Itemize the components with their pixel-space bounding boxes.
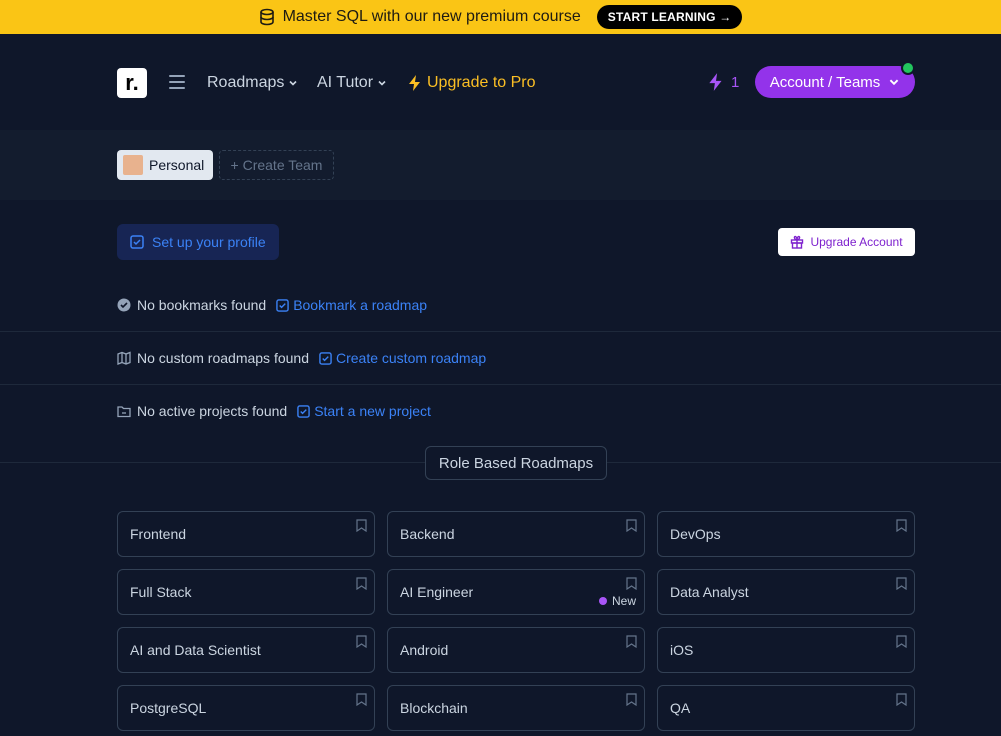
roadmap-card[interactable]: Data Analyst bbox=[657, 569, 915, 615]
streak-counter[interactable]: 1 bbox=[707, 72, 739, 92]
bookmark-icon[interactable] bbox=[896, 693, 907, 706]
create-custom-roadmap-link[interactable]: Create custom roadmap bbox=[319, 350, 486, 366]
roadmap-grid: Frontend Backend DevOps Full Stack AI Engine… bbox=[117, 511, 915, 731]
bookmark-icon[interactable] bbox=[626, 519, 637, 532]
banner-text: Master SQL with our new premium course bbox=[282, 8, 581, 25]
nav-roadmaps-label: Roadmaps bbox=[207, 74, 285, 91]
promo-banner[interactable]: Master SQL with our new premium course S… bbox=[0, 0, 1001, 34]
roadmap-card-label: Data Analyst bbox=[670, 584, 749, 600]
chevron-down-icon bbox=[890, 79, 899, 86]
checkbox-icon bbox=[276, 298, 289, 312]
roadmap-card-label: Frontend bbox=[130, 526, 187, 542]
hamburger-menu-icon[interactable] bbox=[169, 75, 185, 89]
roadmap-card-label: Backend bbox=[400, 526, 455, 542]
upgrade-account-button[interactable]: Upgrade Account bbox=[778, 228, 915, 256]
check-circle-icon bbox=[117, 298, 131, 312]
roadmap-card-label: QA bbox=[670, 700, 691, 716]
roadmap-card[interactable]: DevOps bbox=[657, 511, 915, 557]
bookmark-roadmap-label: Bookmark a roadmap bbox=[293, 297, 428, 313]
account-teams-button[interactable]: Account / Teams bbox=[755, 66, 915, 98]
streak-count: 1 bbox=[731, 73, 740, 91]
bookmark-icon[interactable] bbox=[896, 519, 907, 532]
site-logo[interactable]: r. bbox=[117, 68, 147, 98]
map-icon bbox=[117, 351, 131, 365]
start-learning-button[interactable]: START LEARNING → bbox=[596, 5, 743, 29]
account-teams-label: Account / Teams bbox=[769, 73, 881, 91]
lightning-icon bbox=[709, 73, 722, 91]
start-new-project-label: Start a new project bbox=[314, 403, 431, 419]
bookmark-icon[interactable] bbox=[626, 577, 637, 590]
nav-ai-tutor-label: AI Tutor bbox=[317, 74, 374, 91]
bookmarks-empty-text: No bookmarks found bbox=[137, 297, 267, 313]
roadmap-card[interactable]: Blockchain bbox=[387, 685, 645, 731]
bookmark-icon[interactable] bbox=[356, 519, 367, 532]
divider bbox=[0, 331, 1001, 332]
team-personal-label: Personal bbox=[149, 157, 205, 173]
chevron-down-icon bbox=[378, 80, 386, 86]
roadmap-card[interactable]: AI Engineer New bbox=[387, 569, 645, 615]
role-based-roadmaps-heading: Role Based Roadmaps bbox=[425, 446, 607, 480]
roadmap-card-label: AI Engineer bbox=[400, 584, 474, 600]
team-switcher: Personal + Create Team bbox=[0, 130, 1001, 200]
database-icon bbox=[259, 8, 275, 26]
roadmap-card-label: iOS bbox=[670, 642, 694, 658]
start-new-project-link[interactable]: Start a new project bbox=[297, 403, 431, 419]
custom-roadmaps-empty-text: No custom roadmaps found bbox=[137, 350, 309, 366]
navbar: r. Roadmaps AI Tutor Upgrade to Pro 1 Ac… bbox=[0, 34, 1001, 130]
nav-roadmaps-dropdown[interactable]: Roadmaps bbox=[207, 74, 298, 92]
checkbox-icon bbox=[319, 351, 332, 365]
projects-empty-state: No active projects found Start a new pro… bbox=[117, 403, 431, 419]
lightning-icon bbox=[409, 75, 420, 91]
new-dot-icon bbox=[598, 597, 607, 605]
custom-roadmaps-empty-state: No custom roadmaps found Create custom r… bbox=[117, 350, 486, 366]
new-badge-label: New bbox=[611, 594, 636, 608]
create-custom-roadmap-label: Create custom roadmap bbox=[335, 350, 487, 366]
avatar bbox=[123, 155, 143, 175]
roadmap-card-label: DevOps bbox=[670, 526, 721, 542]
upgrade-to-pro-label: Upgrade to Pro bbox=[427, 74, 536, 91]
bookmark-icon[interactable] bbox=[896, 635, 907, 648]
roadmap-card-label: AI and Data Scientist bbox=[130, 642, 261, 658]
nav-ai-tutor-dropdown[interactable]: AI Tutor bbox=[317, 74, 387, 92]
roadmap-card[interactable]: Full Stack bbox=[117, 569, 375, 615]
gift-icon bbox=[791, 235, 804, 249]
bookmark-roadmap-link[interactable]: Bookmark a roadmap bbox=[276, 297, 427, 313]
setup-profile-label: Set up your profile bbox=[152, 234, 266, 250]
checkbox-icon bbox=[297, 404, 310, 418]
bookmark-icon[interactable] bbox=[896, 577, 907, 590]
checkbox-icon bbox=[130, 235, 144, 249]
chevron-down-icon bbox=[289, 80, 297, 86]
bookmark-icon[interactable] bbox=[626, 635, 637, 648]
bookmark-icon[interactable] bbox=[356, 693, 367, 706]
bookmarks-empty-state: No bookmarks found Bookmark a roadmap bbox=[117, 297, 427, 313]
roadmap-card[interactable]: QA bbox=[657, 685, 915, 731]
divider bbox=[0, 384, 1001, 385]
roadmap-card-label: PostgreSQL bbox=[130, 700, 207, 716]
roadmap-card-label: Blockchain bbox=[400, 700, 468, 716]
roadmap-card[interactable]: AI and Data Scientist bbox=[117, 627, 375, 673]
roadmap-card[interactable]: Android bbox=[387, 627, 645, 673]
roadmap-card-label: Android bbox=[400, 642, 449, 658]
roadmap-card[interactable]: Backend bbox=[387, 511, 645, 557]
roadmap-card[interactable]: iOS bbox=[657, 627, 915, 673]
create-team-button[interactable]: + Create Team bbox=[219, 150, 334, 180]
new-badge: New bbox=[598, 594, 636, 608]
online-status-dot bbox=[901, 61, 915, 75]
upgrade-to-pro-link[interactable]: Upgrade to Pro bbox=[407, 74, 536, 92]
projects-empty-text: No active projects found bbox=[137, 403, 288, 419]
bookmark-icon[interactable] bbox=[356, 635, 367, 648]
roadmap-card[interactable]: PostgreSQL bbox=[117, 685, 375, 731]
bookmark-icon[interactable] bbox=[356, 577, 367, 590]
team-personal-button[interactable]: Personal bbox=[117, 150, 213, 180]
roadmap-card-label: Full Stack bbox=[130, 584, 192, 600]
roadmap-card[interactable]: Frontend bbox=[117, 511, 375, 557]
bookmark-icon[interactable] bbox=[626, 693, 637, 706]
upgrade-account-label: Upgrade Account bbox=[810, 235, 903, 249]
folder-icon bbox=[117, 405, 131, 417]
setup-profile-button[interactable]: Set up your profile bbox=[117, 224, 279, 260]
